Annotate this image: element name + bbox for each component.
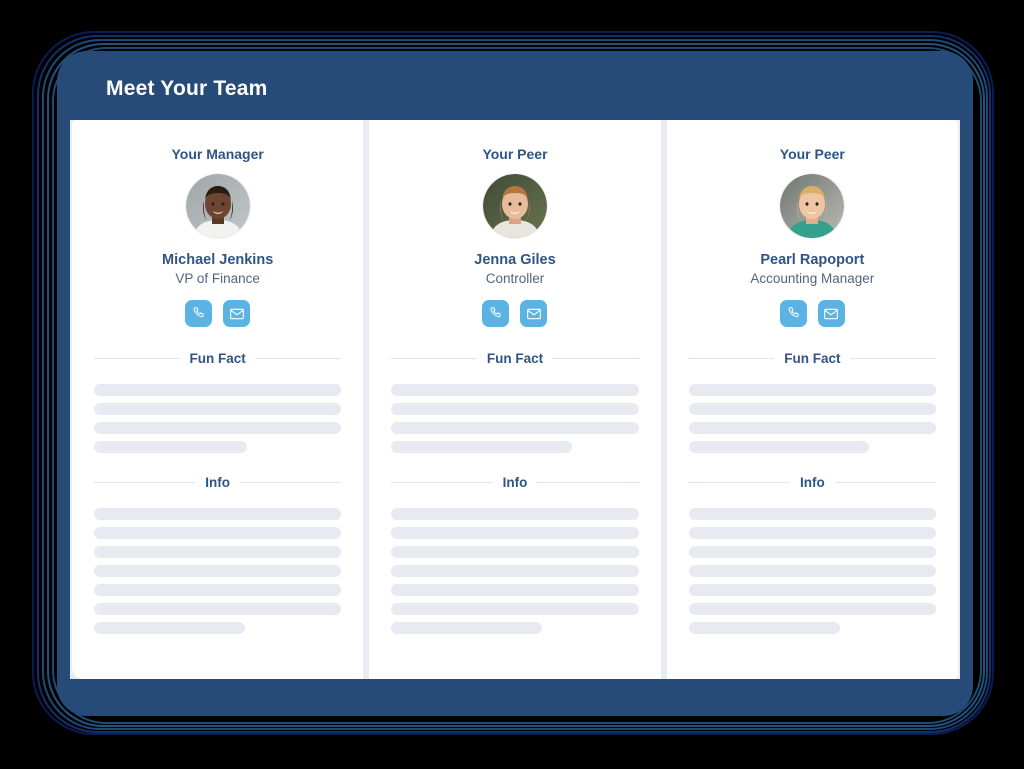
team-member-card-2[interactable]: Your Peer Jenna Giles Controller Fun Fac…	[369, 120, 661, 679]
divider-left	[688, 358, 775, 359]
placeholder-line	[391, 527, 639, 539]
member-job-title: Accounting Manager	[750, 271, 875, 286]
placeholder-line	[688, 546, 936, 558]
team-member-card-3[interactable]: Your Peer Pearl Rapoport Accounting Mana…	[666, 120, 958, 679]
placeholder-line	[391, 565, 639, 577]
placeholder-line	[688, 508, 936, 520]
phone-icon	[488, 306, 503, 321]
divider-right	[834, 482, 936, 483]
placeholder-line	[391, 603, 639, 615]
placeholder-line	[688, 603, 936, 615]
call-button[interactable]	[185, 300, 213, 327]
divider-left	[391, 482, 493, 483]
contact-actions	[185, 300, 251, 327]
info-section-header: Info	[391, 475, 639, 490]
email-button[interactable]	[520, 300, 548, 327]
placeholder-line	[688, 441, 870, 453]
placeholder-line	[94, 622, 245, 634]
divider-right	[553, 358, 639, 359]
placeholder-line	[94, 527, 342, 539]
placeholder-line	[94, 603, 342, 615]
placeholder-line	[688, 403, 936, 415]
member-role-label: Your Manager	[171, 146, 264, 162]
fun-fact-section-header: Fun Fact	[391, 351, 639, 366]
placeholder-line	[391, 422, 639, 434]
fun-fact-section-header: Fun Fact	[688, 351, 936, 366]
placeholder-line	[94, 384, 342, 396]
placeholder-line	[688, 422, 936, 434]
divider-left	[391, 358, 477, 359]
page-title: Meet Your Team	[106, 76, 268, 100]
envelope-icon	[823, 306, 839, 322]
member-role-label: Your Peer	[482, 146, 548, 162]
info-label: Info	[205, 475, 231, 490]
fun-fact-placeholder-lines	[688, 384, 936, 453]
screenshot-stage: Meet Your Team Your Manager Michael Jenk…	[0, 0, 1024, 769]
info-placeholder-lines	[94, 508, 342, 634]
email-button[interactable]	[223, 300, 251, 327]
placeholder-line	[94, 584, 342, 596]
email-button[interactable]	[817, 300, 845, 327]
fun-fact-label: Fun Fact	[189, 351, 246, 366]
envelope-icon	[229, 306, 245, 322]
placeholder-line	[391, 584, 639, 596]
member-role-label: Your Peer	[779, 146, 845, 162]
envelope-icon	[526, 306, 542, 322]
divider-right	[537, 482, 639, 483]
device-frame: Meet Your Team Your Manager Michael Jenk…	[57, 51, 973, 716]
contact-actions	[482, 300, 548, 327]
photo-jenna-giles	[482, 174, 547, 238]
call-button[interactable]	[482, 300, 510, 327]
placeholder-line	[391, 403, 639, 415]
info-section-header: Info	[688, 475, 936, 490]
divider-left	[94, 358, 180, 359]
placeholder-line	[94, 403, 342, 415]
divider-right	[240, 482, 342, 483]
fun-fact-label: Fun Fact	[486, 351, 544, 366]
placeholder-line	[391, 384, 639, 396]
phone-icon	[191, 306, 206, 321]
divider-left	[94, 482, 196, 483]
photo-pearl-rapoport	[780, 174, 845, 238]
team-member-card-1[interactable]: Your Manager Michael Jenkins VP of Finan…	[72, 120, 364, 679]
placeholder-line	[688, 565, 936, 577]
placeholder-line	[688, 527, 936, 539]
fun-fact-section-header: Fun Fact	[94, 351, 342, 366]
contact-actions	[779, 300, 845, 327]
call-button[interactable]	[779, 300, 807, 327]
photo-michael-jenkins	[185, 174, 250, 238]
member-job-title: VP of Finance	[175, 271, 260, 286]
window-header: Meet Your Team	[70, 57, 960, 120]
divider-left	[688, 482, 790, 483]
placeholder-line	[688, 584, 936, 596]
placeholder-line	[94, 441, 248, 453]
info-label: Info	[502, 475, 528, 490]
info-placeholder-lines	[391, 508, 639, 634]
placeholder-line	[391, 622, 543, 634]
phone-icon	[786, 306, 801, 321]
placeholder-line	[94, 565, 342, 577]
member-name: Michael Jenkins	[162, 252, 274, 268]
fun-fact-placeholder-lines	[391, 384, 639, 453]
divider-right	[255, 358, 342, 359]
divider-right	[850, 358, 936, 359]
member-name: Pearl Rapoport	[760, 252, 865, 268]
placeholder-line	[94, 546, 342, 558]
fun-fact-placeholder-lines	[94, 384, 342, 453]
member-job-title: Controller	[485, 271, 545, 286]
placeholder-line	[688, 384, 936, 396]
fun-fact-label: Fun Fact	[784, 351, 841, 366]
placeholder-line	[391, 508, 639, 520]
team-cards-container: Your Manager Michael Jenkins VP of Finan…	[70, 120, 960, 679]
placeholder-line	[391, 546, 639, 558]
info-label: Info	[799, 475, 825, 490]
info-section-header: Info	[94, 475, 342, 490]
placeholder-line	[94, 422, 342, 434]
placeholder-line	[94, 508, 342, 520]
placeholder-line	[391, 441, 572, 453]
member-name: Jenna Giles	[474, 252, 556, 268]
placeholder-line	[688, 622, 840, 634]
info-placeholder-lines	[688, 508, 936, 634]
